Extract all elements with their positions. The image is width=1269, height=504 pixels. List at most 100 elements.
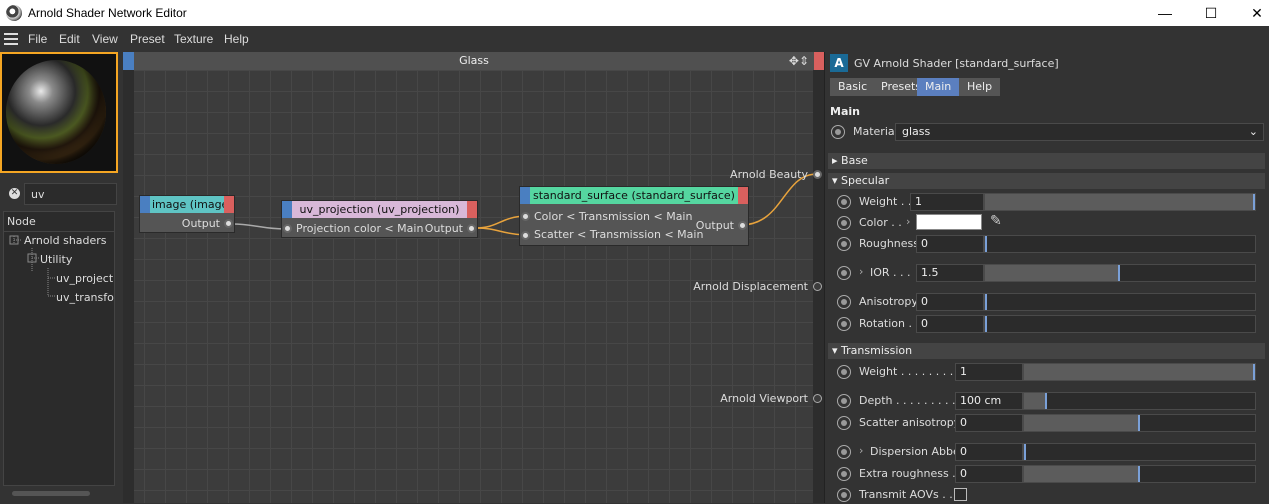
spec-roughness-label: Roughness xyxy=(859,237,920,250)
trans-weight-input[interactable]: 1 xyxy=(955,363,1023,381)
node-uv-projection[interactable]: uv_projection (uv_projection) Projection… xyxy=(281,200,478,238)
node-tree: Node Arnold shaders Utility uv_projectio… xyxy=(3,211,115,486)
spec-ior-row: › IOR . . . 1.5 xyxy=(834,264,1264,282)
node-graph[interactable]: Glass ✥⇕ image (image) Output uv_project… xyxy=(123,52,825,503)
trans-depth-label: Depth . . . . . . . . . xyxy=(859,394,956,407)
trans-aov-keyframe-icon[interactable] xyxy=(837,488,851,502)
spec-ior-input[interactable]: 1.5 xyxy=(916,264,984,282)
section-main-title: Main xyxy=(830,105,860,118)
transmit-aovs-checkbox[interactable] xyxy=(954,488,967,501)
title-bar: Arnold Shader Network Editor — ☐ ✕ xyxy=(0,0,1269,26)
spec-weight-input[interactable]: 1 xyxy=(910,193,984,211)
output-arnold-viewport: Arnold Viewport xyxy=(720,392,808,405)
tab-help[interactable]: Help xyxy=(959,78,1001,96)
spec-weight-slider[interactable] xyxy=(984,193,1256,211)
spec-rotation-input[interactable]: 0 xyxy=(916,315,984,333)
trans-scatter-label: Scatter anisotropy xyxy=(859,416,961,429)
collapsed-arrow-icon: ▸ xyxy=(832,154,842,167)
spec-roughness-slider[interactable] xyxy=(984,235,1256,253)
material-select[interactable]: glass ⌄ xyxy=(895,123,1264,141)
search-input[interactable] xyxy=(24,183,117,205)
ior-expand-chevron-icon[interactable]: › xyxy=(859,265,863,278)
spec-anisotropy-input[interactable]: 0 xyxy=(916,293,984,311)
close-button[interactable]: ✕ xyxy=(1234,0,1269,26)
node-image-output-port[interactable] xyxy=(224,219,233,228)
tab-basic[interactable]: Basic xyxy=(830,78,876,96)
node-uv-output-port[interactable] xyxy=(467,224,476,233)
menu-view[interactable]: View xyxy=(92,32,118,46)
trans-abbe-label: Dispersion Abbe xyxy=(870,445,960,458)
spec-weight-keyframe-icon[interactable] xyxy=(837,195,851,209)
trans-extra-keyframe-icon[interactable] xyxy=(837,467,851,481)
group-transmission[interactable]: ▾ Transmission xyxy=(828,343,1265,359)
arnold-viewport-port[interactable] xyxy=(813,394,822,403)
node-standard-surface[interactable]: standard_surface (standard_surface) Colo… xyxy=(519,186,749,246)
arnold-displacement-port[interactable] xyxy=(813,282,822,291)
spec-ior-keyframe-icon[interactable] xyxy=(837,266,851,280)
tree-item-utility[interactable]: Utility xyxy=(40,253,72,266)
spec-rotation-row: Rotation . 0 xyxy=(834,315,1264,333)
group-specular[interactable]: ▾ Specular xyxy=(828,173,1265,189)
tree-item-uv-transform[interactable]: uv_transforr xyxy=(56,291,114,304)
trans-extra-roughness-row: Extra roughness . . 0 xyxy=(834,465,1264,483)
spec-rotation-keyframe-icon[interactable] xyxy=(837,317,851,331)
trans-depth-input[interactable]: 100 cm xyxy=(955,392,1023,410)
arnold-beauty-port[interactable] xyxy=(813,170,822,179)
node-image[interactable]: image (image) Output xyxy=(139,195,235,233)
trans-weight-keyframe-icon[interactable] xyxy=(837,365,851,379)
spec-roughness-keyframe-icon[interactable] xyxy=(837,237,851,251)
spec-rotation-label: Rotation . xyxy=(859,317,912,330)
node-std-output-port[interactable] xyxy=(738,221,747,230)
trans-scatter-slider[interactable] xyxy=(1023,414,1256,432)
menu-file[interactable]: File xyxy=(28,32,47,46)
node-uv-input-port[interactable] xyxy=(283,224,292,233)
spec-anisotropy-slider-fill xyxy=(985,294,987,310)
spec-ior-slider[interactable] xyxy=(984,264,1256,282)
trans-extra-input[interactable]: 0 xyxy=(955,465,1023,483)
menu-preset[interactable]: Preset xyxy=(130,32,165,46)
trans-depth-slider[interactable] xyxy=(1023,392,1256,410)
maximize-button[interactable]: ☐ xyxy=(1188,0,1234,26)
menu-help[interactable]: Help xyxy=(224,32,249,46)
node-uv-right-cap xyxy=(467,201,477,218)
trans-scatter-input[interactable]: 0 xyxy=(955,414,1023,432)
group-base[interactable]: ▸ Base xyxy=(828,153,1265,169)
spec-anisotropy-keyframe-icon[interactable] xyxy=(837,295,851,309)
spec-color-keyframe-icon[interactable] xyxy=(837,216,851,230)
tree-item-arnold-shaders[interactable]: Arnold shaders xyxy=(24,234,107,247)
trans-abbe-slider[interactable] xyxy=(1023,443,1256,461)
eyedropper-icon[interactable]: ✎ xyxy=(990,213,1002,229)
node-std-scatter-port[interactable] xyxy=(521,231,530,240)
trans-abbe-input[interactable]: 0 xyxy=(955,443,1023,461)
trans-depth-keyframe-icon[interactable] xyxy=(837,394,851,408)
material-keyframe-icon[interactable] xyxy=(831,125,845,139)
spec-rotation-slider[interactable] xyxy=(984,315,1256,333)
color-expand-chevron-icon[interactable]: › xyxy=(906,215,910,228)
tab-main[interactable]: Main xyxy=(917,78,960,96)
minimize-button[interactable]: — xyxy=(1142,0,1188,26)
tree-item-uv-projection[interactable]: uv_projectio xyxy=(56,272,114,285)
spec-color-swatch[interactable] xyxy=(916,214,982,230)
clear-search-icon[interactable]: ✕ xyxy=(9,188,20,199)
trans-abbe-keyframe-icon[interactable] xyxy=(837,445,851,459)
trans-weight-row: Weight . . . . . . . . 1 xyxy=(834,363,1264,381)
trans-weight-slider[interactable] xyxy=(1023,363,1256,381)
node-std-output-label: Output xyxy=(695,219,734,232)
abbe-expand-chevron-icon[interactable]: › xyxy=(859,444,863,457)
tree-scrollbar[interactable] xyxy=(12,491,90,496)
trans-extra-slider[interactable] xyxy=(1023,465,1256,483)
material-preview[interactable] xyxy=(0,52,118,173)
trans-scatter-keyframe-icon[interactable] xyxy=(837,416,851,430)
menu-texture[interactable]: Texture xyxy=(174,32,213,46)
node-std-color-port[interactable] xyxy=(521,212,530,221)
spec-anisotropy-slider[interactable] xyxy=(984,293,1256,311)
hamburger-menu-icon[interactable] xyxy=(4,33,18,45)
menu-edit[interactable]: Edit xyxy=(59,32,80,46)
group-specular-label: Specular xyxy=(841,174,890,187)
material-label: Material xyxy=(853,125,898,138)
node-uv-header: uv_projection (uv_projection) xyxy=(282,201,477,218)
trans-weight-label: Weight . . . . . . . . xyxy=(859,365,954,378)
spec-roughness-input[interactable]: 0 xyxy=(916,235,984,253)
spec-color-label: Color . . xyxy=(859,216,902,229)
trans-scatter-row: Scatter anisotropy 0 xyxy=(834,414,1264,432)
